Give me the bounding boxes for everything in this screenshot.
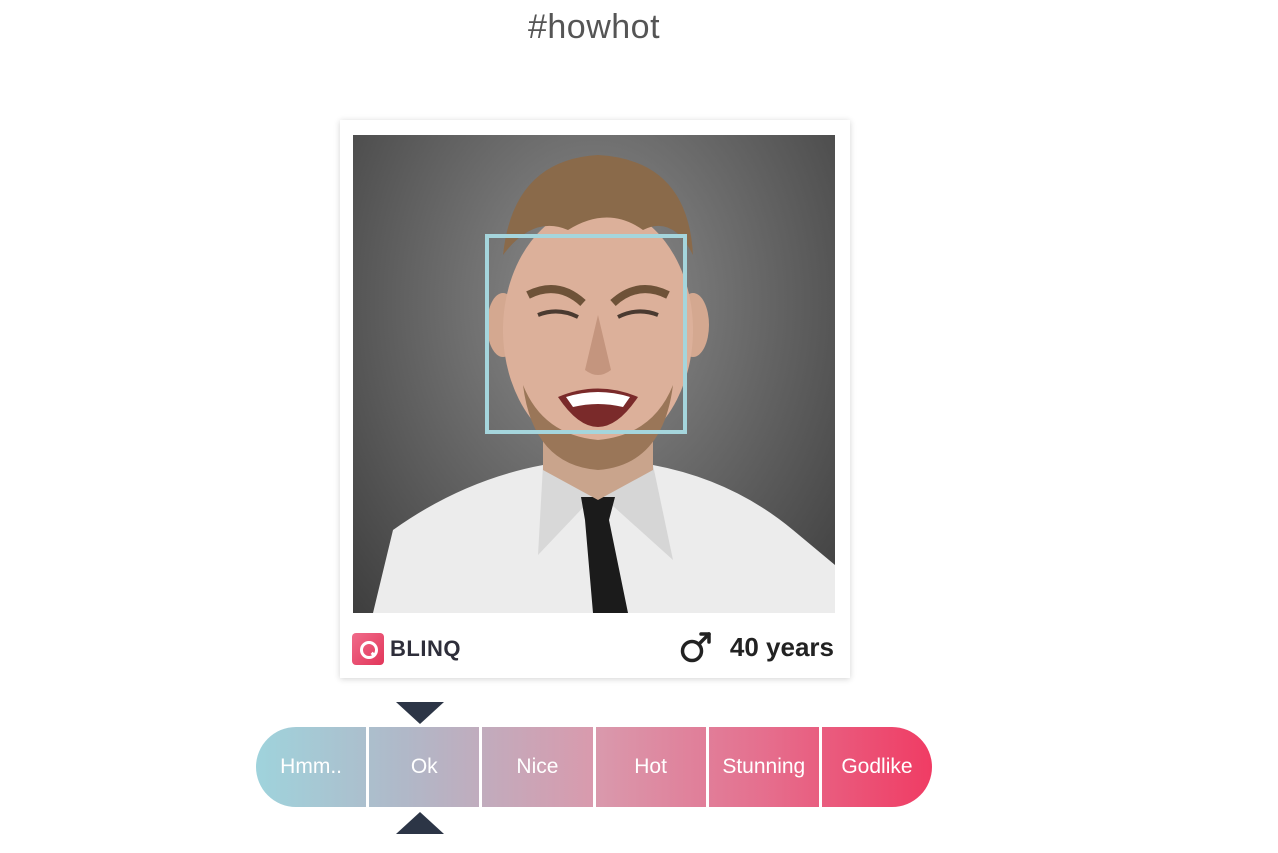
brand: BLINQ xyxy=(352,633,461,665)
photo-card: BLINQ 40 years xyxy=(340,120,850,678)
rating-option-stunning[interactable]: Stunning xyxy=(709,727,822,807)
page: #howhot BLINQ 40 years Hmm.. Ok Nice Hot… xyxy=(0,0,1278,853)
brand-name: BLINQ xyxy=(390,636,461,661)
age-label: 40 years xyxy=(729,631,834,662)
person-meta: 40 years xyxy=(678,629,834,665)
rating-option-hot[interactable]: Hot xyxy=(596,727,709,807)
face-detection-box xyxy=(485,234,687,434)
male-icon xyxy=(680,632,711,663)
selection-marker-top xyxy=(396,702,444,724)
rating-option-godlike[interactable]: Godlike xyxy=(822,727,932,807)
rating-option-nice[interactable]: Nice xyxy=(482,727,596,807)
selection-marker-bottom xyxy=(396,812,444,834)
rating-option-hmm[interactable]: Hmm.. xyxy=(256,727,370,807)
page-title: #howhot xyxy=(527,8,661,46)
portrait-photo xyxy=(353,135,835,613)
hotness-rating-scale: Hmm.. Ok Nice Hot Stunning Godlike xyxy=(256,727,932,807)
rating-option-ok[interactable]: Ok xyxy=(369,727,483,807)
card-footer: BLINQ 40 years xyxy=(352,625,834,671)
blinq-logo-icon xyxy=(352,633,384,665)
